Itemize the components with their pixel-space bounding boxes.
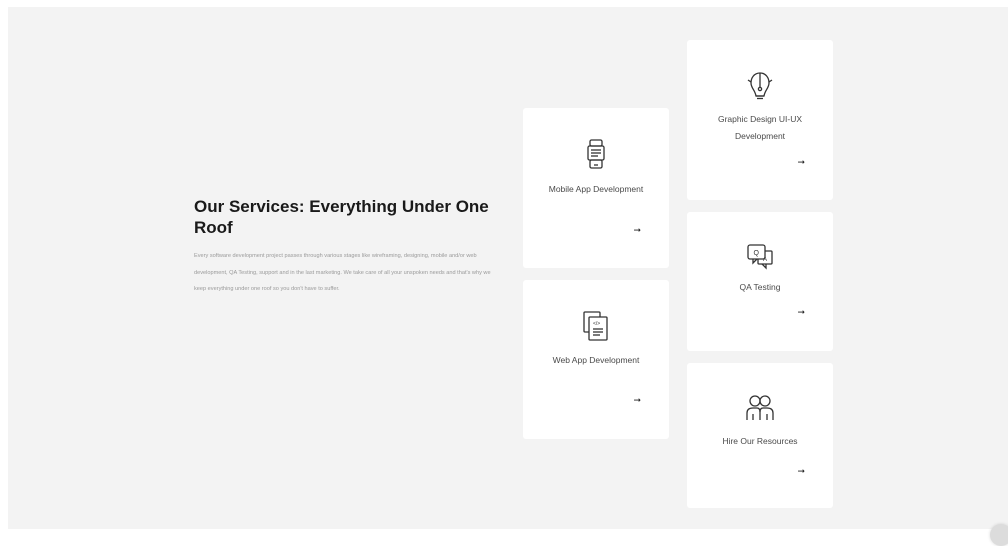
svg-text:A: A (763, 257, 767, 263)
qa-testing-title: QA Testing (739, 282, 781, 292)
service-card-graphic-design[interactable]: Graphic Design UI-UX Development ➞ (687, 40, 833, 200)
hire-resources-icon (744, 392, 776, 429)
mobile-app-arrow-icon[interactable]: ➞ (633, 225, 641, 235)
scroll-to-top-button[interactable] (990, 524, 1008, 546)
service-card-mobile-app[interactable]: Mobile App Development ➞ (523, 108, 669, 268)
qa-testing-icon: Q A (745, 241, 775, 276)
services-section (8, 7, 1008, 529)
web-app-arrow-icon[interactable]: ➞ (633, 395, 641, 405)
service-card-qa-testing[interactable]: Q A QA Testing ➞ (687, 212, 833, 351)
graphic-design-icon (745, 70, 775, 105)
services-heading: Our Services: Everything Under One Roof (194, 197, 489, 237)
mobile-app-icon (584, 138, 608, 177)
svg-text:Q: Q (754, 250, 760, 257)
web-app-icon: </> (582, 310, 610, 347)
services-intro: Our Services: Everything Under One Roof … (194, 196, 499, 298)
web-app-title: Web App Development (552, 355, 640, 365)
service-card-web-app[interactable]: </> Web App Development ➞ (523, 280, 669, 439)
hire-resources-title: Hire Our Resources (722, 436, 798, 446)
graphic-design-title: Graphic Design UI-UX Development (717, 114, 803, 141)
services-description: Every software development project passe… (194, 253, 491, 292)
service-card-hire-resources[interactable]: Hire Our Resources ➞ (687, 363, 833, 508)
qa-testing-arrow-icon[interactable]: ➞ (797, 307, 805, 317)
svg-text:</>: </> (593, 321, 600, 327)
graphic-design-arrow-icon[interactable]: ➞ (797, 157, 805, 167)
mobile-app-title: Mobile App Development (548, 184, 644, 194)
hire-resources-arrow-icon[interactable]: ➞ (797, 466, 805, 476)
